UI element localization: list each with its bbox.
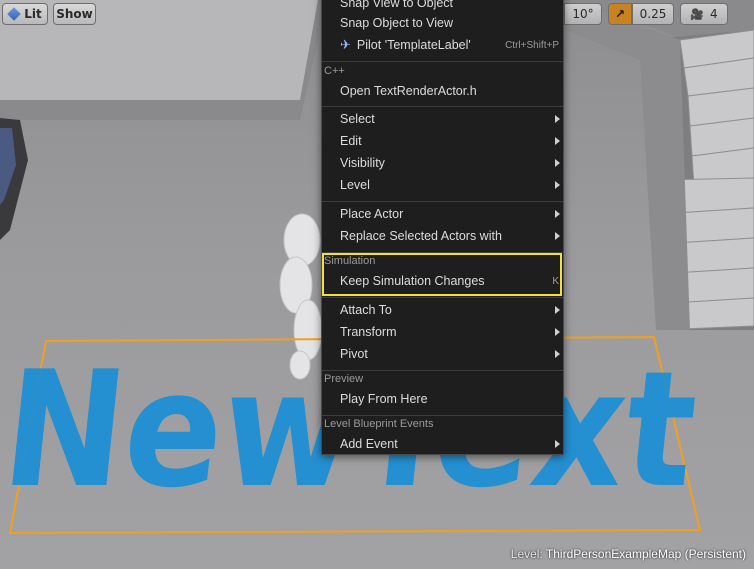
- submenu-arrow-icon: [555, 115, 560, 123]
- scale-snap-value[interactable]: 0.25: [632, 3, 674, 25]
- menu-item-label: Open TextRenderActor.h: [340, 84, 477, 98]
- menu-separator: [322, 415, 563, 416]
- camera-speed-label: 4: [710, 7, 718, 21]
- menu-item-transform[interactable]: Transform: [322, 321, 563, 343]
- section-header-simulation: Simulation: [324, 255, 376, 267]
- menu-item-label: Pilot 'TemplateLabel': [356, 38, 471, 52]
- level-status: Level: ThirdPersonExampleMap (Persistent…: [511, 547, 746, 561]
- menu-separator: [322, 201, 563, 202]
- menu-item-pilot[interactable]: ✈ Pilot 'TemplateLabel' Ctrl+Shift+P: [322, 34, 563, 56]
- rotation-snap-value[interactable]: 10°: [564, 3, 602, 25]
- menu-item-label: Replace Selected Actors with: [340, 229, 502, 243]
- menu-item-label: Add Event: [340, 437, 398, 451]
- scale-snap-label: 0.25: [639, 7, 667, 21]
- lit-cube-icon: [7, 7, 22, 21]
- level-viewport[interactable]: NewText Lit Show 10° ↗ 0.25 🎥 4 Snap Vie…: [0, 0, 754, 569]
- menu-item-visibility[interactable]: Visibility: [322, 152, 563, 174]
- menu-separator: [322, 370, 563, 371]
- submenu-arrow-icon: [555, 210, 560, 218]
- rotation-snap-label: 10°: [572, 7, 594, 21]
- submenu-arrow-icon: [555, 181, 560, 189]
- show-button-label: Show: [56, 7, 93, 21]
- menu-separator: [322, 106, 563, 107]
- scale-arrow-icon: ↗: [614, 7, 626, 21]
- camera-speed-button[interactable]: 🎥 4: [680, 3, 728, 25]
- menu-item-add-event[interactable]: Add Event: [322, 433, 563, 455]
- menu-separator: [322, 61, 563, 62]
- menu-item-label: Transform: [340, 325, 397, 339]
- lit-button[interactable]: Lit: [2, 3, 48, 25]
- level-label: Level:: [510, 547, 543, 561]
- show-button[interactable]: Show: [53, 3, 96, 25]
- airplane-icon: ✈: [340, 37, 351, 52]
- menu-item-label: Keep Simulation Changes: [340, 274, 485, 288]
- menu-item-label: Edit: [340, 134, 362, 148]
- submenu-arrow-icon: [555, 350, 560, 358]
- menu-item-label: Attach To: [340, 303, 392, 317]
- menu-item-select[interactable]: Select: [322, 108, 563, 130]
- menu-item-level[interactable]: Level: [322, 174, 563, 196]
- menu-item-label: Level: [340, 178, 370, 192]
- scale-snap-toggle[interactable]: ↗: [608, 3, 632, 25]
- menu-item-open-textrenderactor-h[interactable]: Open TextRenderActor.h: [322, 80, 563, 102]
- menu-item-label: Pivot: [340, 347, 368, 361]
- submenu-arrow-icon: [555, 306, 560, 314]
- submenu-arrow-icon: [555, 137, 560, 145]
- menu-item-shortcut: Ctrl+Shift+P: [505, 39, 559, 51]
- menu-item-keep-simulation-changes[interactable]: Keep Simulation Changes K: [322, 270, 563, 292]
- submenu-arrow-icon: [555, 440, 560, 448]
- menu-item-label: Place Actor: [340, 207, 404, 221]
- submenu-arrow-icon: [555, 328, 560, 336]
- section-header-cpp: C++: [324, 65, 345, 77]
- menu-item-label: Play From Here: [340, 392, 428, 406]
- menu-separator: [322, 252, 563, 253]
- menu-item-snap-object-to-view[interactable]: Snap Object to View: [322, 12, 563, 34]
- menu-item-pivot[interactable]: Pivot: [322, 343, 563, 365]
- submenu-arrow-icon: [555, 232, 560, 240]
- menu-item-place-actor[interactable]: Place Actor: [322, 203, 563, 225]
- menu-item-attach-to[interactable]: Attach To: [322, 299, 563, 321]
- menu-item-shortcut: K: [552, 275, 559, 287]
- submenu-arrow-icon: [555, 159, 560, 167]
- menu-item-label: Visibility: [340, 156, 385, 170]
- menu-item-label: Select: [340, 112, 375, 126]
- context-menu: Snap View to Object Snap Object to View …: [321, 0, 564, 455]
- menu-item-label: Snap View to Object: [340, 0, 454, 10]
- menu-item-replace-selected-actors[interactable]: Replace Selected Actors with: [322, 225, 563, 247]
- menu-item-play-from-here[interactable]: Play From Here: [322, 388, 563, 410]
- menu-separator: [322, 297, 563, 298]
- lit-button-label: Lit: [24, 7, 42, 21]
- camera-icon: 🎥: [690, 7, 705, 21]
- menu-item-edit[interactable]: Edit: [322, 130, 563, 152]
- menu-item-label: Snap Object to View: [340, 16, 454, 30]
- section-header-preview: Preview: [324, 373, 364, 385]
- level-name: ThirdPersonExampleMap (Persistent): [545, 547, 746, 561]
- section-header-level-blueprint-events: Level Blueprint Events: [324, 418, 434, 430]
